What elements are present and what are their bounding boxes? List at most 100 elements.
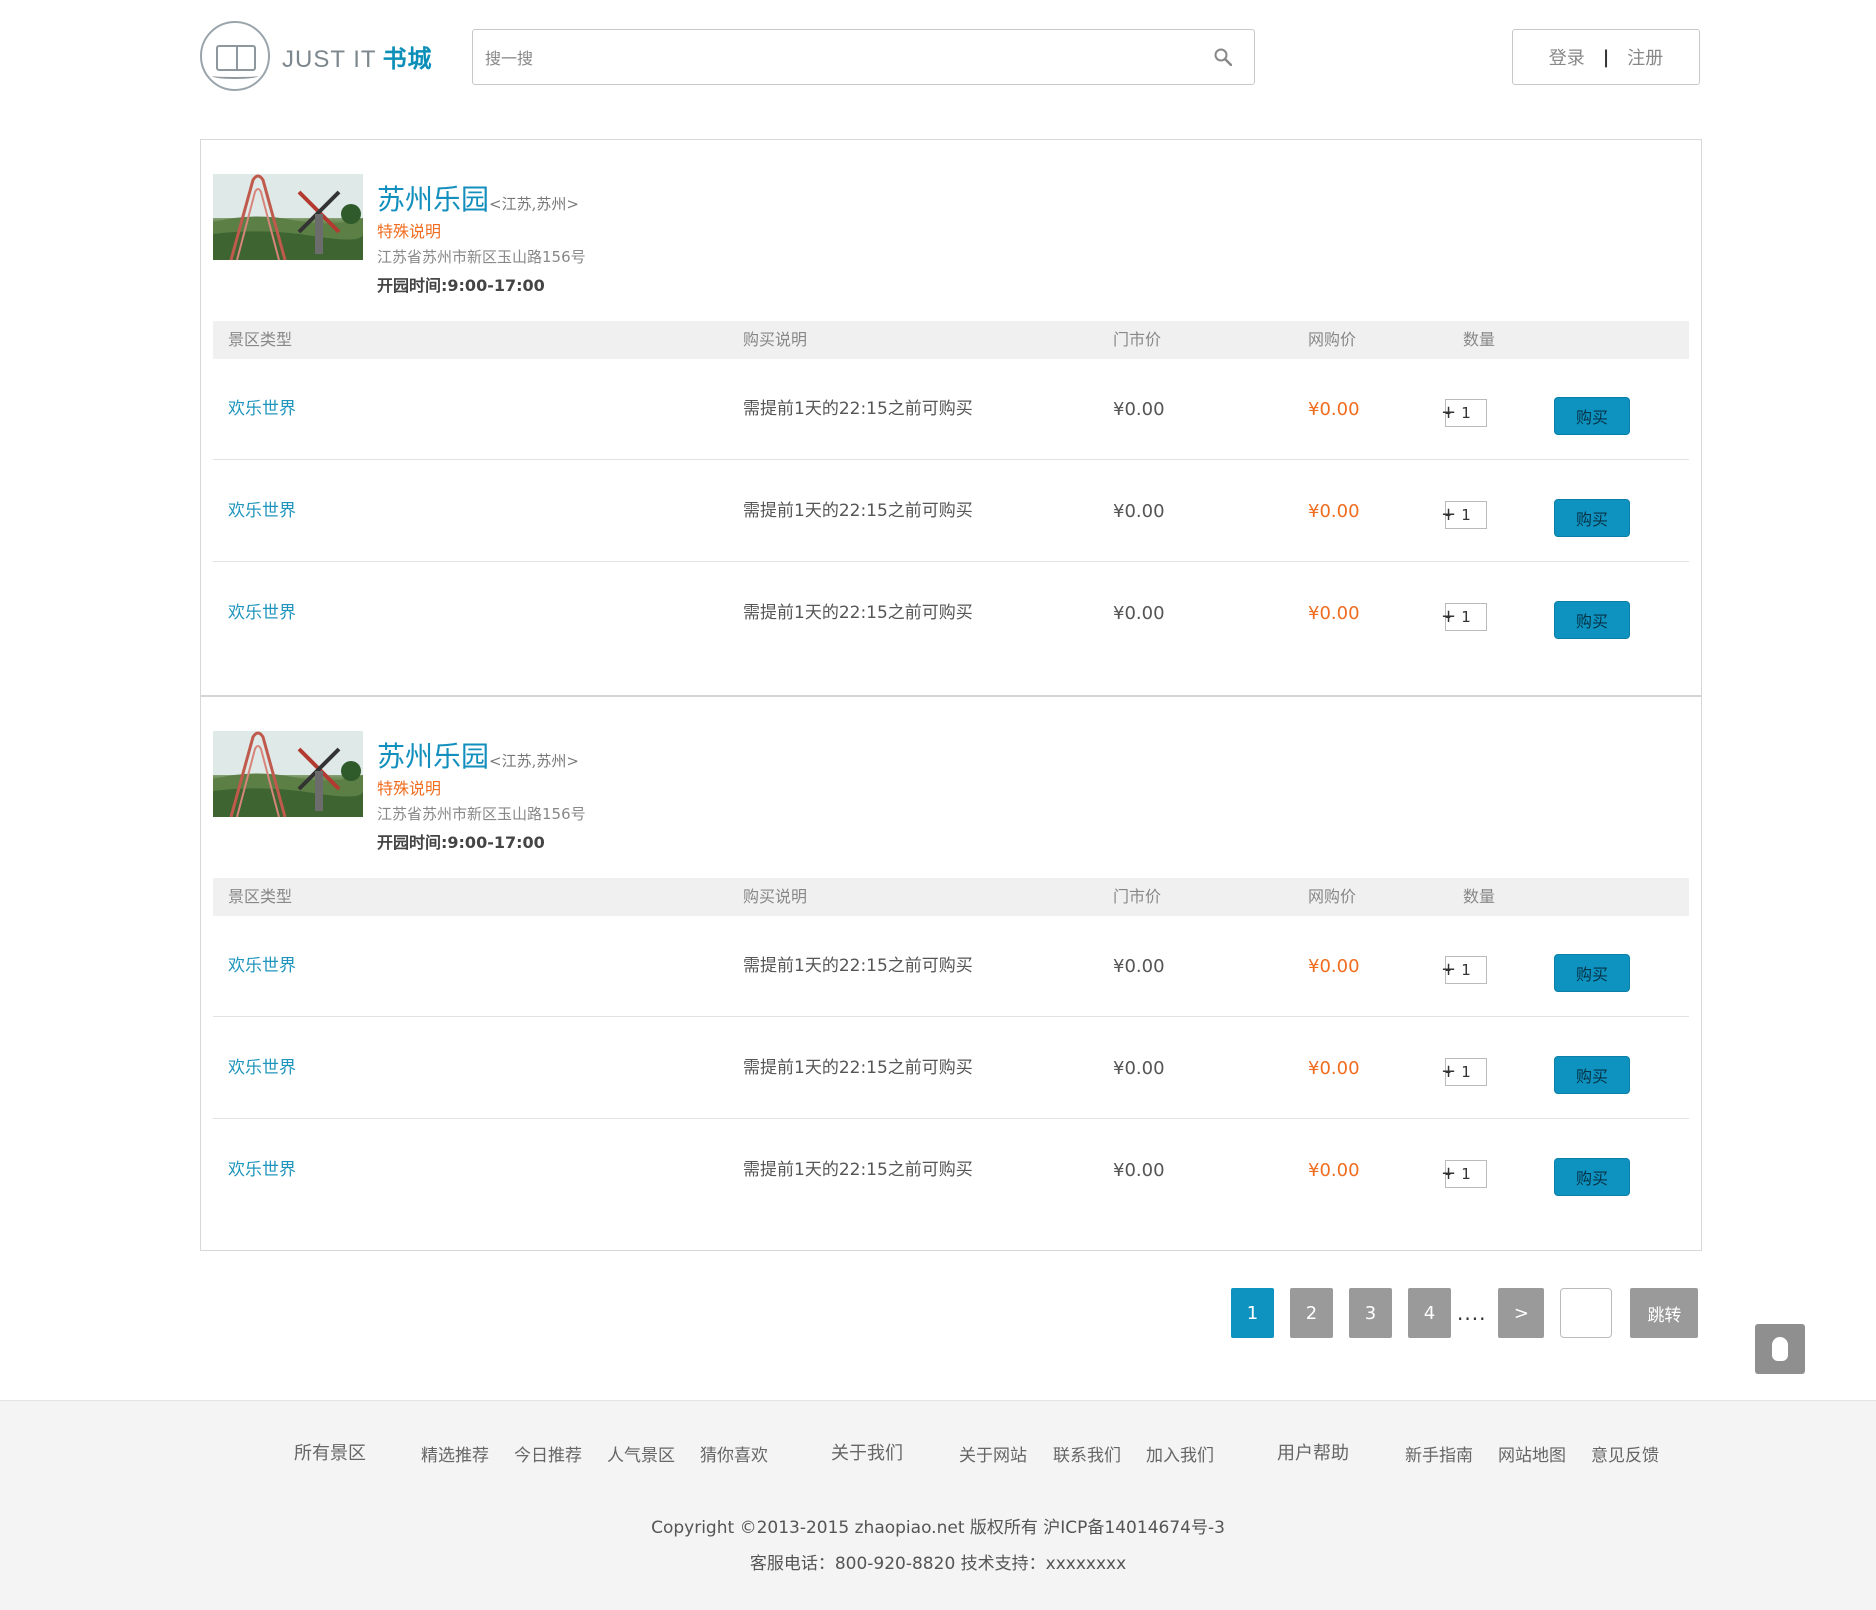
buy-button[interactable]: 购买 <box>1554 954 1630 992</box>
login-link[interactable]: 登录 <box>1549 44 1585 70</box>
next-page-button[interactable]: > <box>1498 1288 1545 1338</box>
quantity-stepper: - + <box>1441 501 1521 529</box>
footer-group-title[interactable]: 关于我们 <box>831 1439 903 1465</box>
footer-link[interactable]: 网站地图 <box>1498 1441 1566 1466</box>
mouse-icon <box>1772 1337 1788 1361</box>
ticket-desc: 需提前1天的22:15之前可购买 <box>743 501 973 521</box>
header: JUST IT书城 登录 | 注册 <box>200 20 1700 92</box>
page-button-1[interactable]: 1 <box>1231 1288 1274 1338</box>
ticket-desc: 需提前1天的22:15之前可购买 <box>743 399 973 419</box>
park-address: 江苏省苏州市新区玉山路156号 <box>377 248 586 266</box>
ticket-row: 欢乐世界 需提前1天的22:15之前可购买 ¥0.00 ¥0.00 - + 购买 <box>213 461 1689 562</box>
park-name-text: 苏州乐园 <box>377 740 490 773</box>
park-region: <江苏,苏州> <box>489 195 579 213</box>
market-price: ¥0.00 <box>1113 399 1165 420</box>
park-name[interactable]: 苏州乐园<江苏,苏州> <box>377 178 579 218</box>
ticket-type-link[interactable]: 欢乐世界 <box>228 359 296 460</box>
special-note-link[interactable]: 特殊说明 <box>377 218 441 242</box>
ticket-desc: 需提前1天的22:15之前可购买 <box>743 956 973 976</box>
page: JUST IT书城 登录 | 注册 <box>0 0 1876 1610</box>
page-button-3[interactable]: 3 <box>1349 1288 1392 1338</box>
col-header-type: 景区类型 <box>228 330 293 349</box>
col-header-qty: 数量 <box>1463 330 1496 349</box>
footer-link[interactable]: 关于网站 <box>959 1441 1027 1466</box>
search-icon[interactable] <box>1214 48 1232 66</box>
footer-link[interactable]: 人气景区 <box>607 1441 675 1466</box>
web-price: ¥0.00 <box>1308 956 1360 977</box>
footer-link[interactable]: 意见反馈 <box>1591 1441 1659 1466</box>
park-photo[interactable] <box>213 731 363 817</box>
qty-plus-button[interactable]: + <box>1441 603 1456 631</box>
search-box <box>472 29 1255 85</box>
ticket-row: 欢乐世界 需提前1天的22:15之前可购买 ¥0.00 ¥0.00 - + 购买 <box>213 1018 1689 1119</box>
site-logo[interactable]: JUST IT 书城 <box>200 20 460 92</box>
park-name-text: 苏州乐园 <box>377 183 490 216</box>
qty-plus-button[interactable]: + <box>1441 1160 1456 1188</box>
footer-group-title[interactable]: 用户帮助 <box>1277 1439 1349 1465</box>
park-hours: 开园时间:9:00-17:00 <box>377 833 545 852</box>
quantity-stepper: - + <box>1441 1058 1521 1086</box>
buy-button[interactable]: 购买 <box>1554 1056 1630 1094</box>
ticket-table-header: 景区类型 购买说明 门市价 网购价 数量 <box>213 321 1689 359</box>
park-photo[interactable] <box>213 174 363 260</box>
park-region: <江苏,苏州> <box>489 752 579 770</box>
ticket-row: 欢乐世界 需提前1天的22:15之前可购买 ¥0.00 ¥0.00 - + 购买 <box>213 359 1689 460</box>
register-link[interactable]: 注册 <box>1627 44 1663 70</box>
footer-link[interactable]: 联系我们 <box>1053 1441 1121 1466</box>
back-to-top-button[interactable] <box>1755 1324 1805 1374</box>
jump-button[interactable]: 跳转 <box>1630 1288 1699 1338</box>
market-price: ¥0.00 <box>1113 1160 1165 1181</box>
col-header-web-price: 网购价 <box>1308 330 1357 349</box>
ticket-type-link[interactable]: 欢乐世界 <box>228 1018 296 1119</box>
park-name[interactable]: 苏州乐园<江苏,苏州> <box>377 735 579 775</box>
search-input[interactable] <box>485 43 1185 73</box>
park-block: 苏州乐园<江苏,苏州> 特殊说明 江苏省苏州市新区玉山路156号 开园时间:9:… <box>201 140 1701 695</box>
col-header-qty: 数量 <box>1463 887 1496 906</box>
col-header-type: 景区类型 <box>228 887 293 906</box>
ticket-listing-panel: 苏州乐园<江苏,苏州> 特殊说明 江苏省苏州市新区玉山路156号 开园时间:9:… <box>200 139 1702 1251</box>
ticket-type-link[interactable]: 欢乐世界 <box>228 916 296 1017</box>
buy-button[interactable]: 购买 <box>1554 601 1630 639</box>
ticket-desc: 需提前1天的22:15之前可购买 <box>743 603 973 623</box>
page-jump-input[interactable] <box>1560 1288 1613 1338</box>
book-logo-icon <box>200 21 270 91</box>
ticket-desc: 需提前1天的22:15之前可购买 <box>743 1160 973 1180</box>
footer: 所有景区 精选推荐 今日推荐 人气景区 猜你喜欢 关于我们 关于网站 联系我们 … <box>0 1400 1876 1610</box>
qty-plus-button[interactable]: + <box>1441 501 1456 529</box>
ticket-type-link[interactable]: 欢乐世界 <box>228 1120 296 1221</box>
copyright-text: Copyright ©2013-2015 zhaopiao.net 版权所有 沪… <box>651 1518 1225 1538</box>
market-price: ¥0.00 <box>1113 501 1165 522</box>
market-price: ¥0.00 <box>1113 603 1165 624</box>
web-price: ¥0.00 <box>1308 603 1360 624</box>
page-button-2[interactable]: 2 <box>1290 1288 1333 1338</box>
ticket-type-link[interactable]: 欢乐世界 <box>228 461 296 562</box>
web-price: ¥0.00 <box>1308 399 1360 420</box>
ticket-desc: 需提前1天的22:15之前可购买 <box>743 1058 973 1078</box>
col-header-desc: 购买说明 <box>743 887 808 906</box>
footer-link[interactable]: 猜你喜欢 <box>700 1441 768 1466</box>
page-button-4[interactable]: 4 <box>1408 1288 1451 1338</box>
logo-wordmark: JUST IT 书城 <box>282 39 433 74</box>
qty-plus-button[interactable]: + <box>1441 399 1456 427</box>
col-header-market-price: 门市价 <box>1113 887 1162 906</box>
qty-plus-button[interactable]: + <box>1441 1058 1456 1086</box>
footer-link[interactable]: 新手指南 <box>1405 1441 1473 1466</box>
ticket-type-link[interactable]: 欢乐世界 <box>228 563 296 664</box>
qty-plus-button[interactable]: + <box>1441 956 1456 984</box>
special-note-link[interactable]: 特殊说明 <box>377 775 441 799</box>
footer-link[interactable]: 精选推荐 <box>421 1441 489 1466</box>
footer-group-title[interactable]: 所有景区 <box>294 1439 366 1465</box>
buy-button[interactable]: 购买 <box>1554 499 1630 537</box>
quantity-stepper: - + <box>1441 956 1521 984</box>
ticket-row: 欢乐世界 需提前1天的22:15之前可购买 ¥0.00 ¥0.00 - + 购买 <box>213 1120 1689 1221</box>
buy-button[interactable]: 购买 <box>1554 1158 1630 1196</box>
market-price: ¥0.00 <box>1113 1058 1165 1079</box>
buy-button[interactable]: 购买 <box>1554 397 1630 435</box>
park-hours: 开园时间:9:00-17:00 <box>377 276 545 295</box>
footer-link[interactable]: 今日推荐 <box>514 1441 582 1466</box>
logo-text-cn: 书城 <box>382 45 433 73</box>
quantity-stepper: - + <box>1441 1160 1521 1188</box>
footer-link[interactable]: 加入我们 <box>1146 1441 1214 1466</box>
auth-separator: | <box>1602 46 1610 68</box>
quantity-stepper: - + <box>1441 399 1521 427</box>
